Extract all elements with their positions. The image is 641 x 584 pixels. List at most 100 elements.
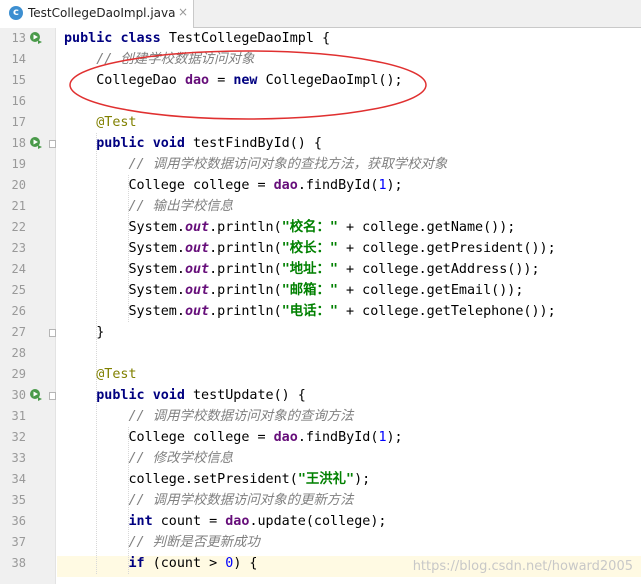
keyword: public <box>96 388 145 403</box>
code-text: System. <box>128 304 185 319</box>
code-editor[interactable]: public class TestCollegeDaoImpl { // 创建学… <box>57 28 641 584</box>
code-text: System. <box>128 283 185 298</box>
line-number: 23 <box>11 241 26 255</box>
line-number-gutter: 13 14 15 16 17 18 19 20 21 22 23 24 25 26 27 28 29 30 31 32… <box>0 28 56 584</box>
code-line-26: System.out.println("电话：" + college.getTe… <box>64 301 641 322</box>
code-line-22: System.out.println("校名：" + college.getNa… <box>64 217 641 238</box>
line-number: 20 <box>11 178 26 192</box>
java-class-icon: c <box>9 6 23 20</box>
code-text: college.setPresident( <box>128 472 298 487</box>
code-line-32: College college = dao.findById(1); <box>64 427 641 448</box>
keyword: void <box>152 388 185 403</box>
static-field: out <box>184 220 210 235</box>
comment: // 判断是否更新成功 <box>128 535 260 550</box>
run-test-icon[interactable] <box>29 31 43 45</box>
static-field: out <box>184 283 210 298</box>
line-number: 30 <box>11 388 26 402</box>
keyword: if <box>128 556 145 571</box>
code-text: .println( <box>209 283 282 298</box>
method-signature: testUpdate() { <box>193 388 306 403</box>
line-number: 22 <box>11 220 26 234</box>
line-number: 33 <box>11 451 26 465</box>
code-text: .println( <box>209 241 282 256</box>
line-number: 24 <box>11 262 26 276</box>
code-line-33: // 修改学校信息 <box>64 448 641 469</box>
string-literal: "地址：" <box>281 262 338 277</box>
code-line-34: college.setPresident("王洪礼"); <box>64 469 641 490</box>
code-line-27: } <box>64 322 641 343</box>
static-field: out <box>184 262 210 277</box>
code-line-23: System.out.println("校长：" + college.getPr… <box>64 238 641 259</box>
field-name: dao <box>273 178 298 193</box>
code-line-21: // 输出学校信息 <box>64 196 641 217</box>
line-number: 27 <box>11 325 26 339</box>
code-text: .update(college); <box>249 514 387 529</box>
code-text: .findById( <box>297 178 379 193</box>
code-line-36: int count = dao.update(college); <box>64 511 641 532</box>
annotation: @Test <box>96 367 137 382</box>
number-literal: 1 <box>378 430 387 445</box>
fold-marker-icon[interactable] <box>49 140 56 148</box>
code-text: count = <box>152 514 226 529</box>
comment: // 调用学校数据访问对象的查找方法，获取学校对象 <box>128 157 448 172</box>
code-text: + college.getName()); <box>337 220 516 235</box>
comment: // 调用学校数据访问对象的更新方法 <box>128 493 354 508</box>
class-name: TestCollegeDaoImpl <box>168 31 314 46</box>
comment: // 调用学校数据访问对象的查询方法 <box>128 409 354 424</box>
field-name: dao <box>225 514 250 529</box>
line-number: 38 <box>11 556 26 570</box>
number-literal: 1 <box>378 178 387 193</box>
code-line-19: // 调用学校数据访问对象的查找方法，获取学校对象 <box>64 154 641 175</box>
line-number: 29 <box>11 367 26 381</box>
code-line-37: // 判断是否更新成功 <box>64 532 641 553</box>
line-number: 14 <box>11 52 26 66</box>
code-text: .println( <box>209 220 282 235</box>
line-number: 25 <box>11 283 26 297</box>
code-text: + college.getEmail()); <box>337 283 524 298</box>
static-field: out <box>184 241 210 256</box>
tab-title: TestCollegeDaoImpl.java <box>28 6 176 20</box>
string-literal: "校长：" <box>281 241 338 256</box>
editor-tab-bar: c TestCollegeDaoImpl.java × <box>0 0 641 28</box>
comment: // 修改学校信息 <box>128 451 234 466</box>
code-text: .println( <box>209 304 282 319</box>
keyword: void <box>152 136 185 151</box>
keyword: public <box>64 31 113 46</box>
code-text: + college.getAddress()); <box>337 262 540 277</box>
line-number: 35 <box>11 493 26 507</box>
line-number: 28 <box>11 346 26 360</box>
fold-marker-icon[interactable] <box>49 392 56 400</box>
close-icon[interactable]: × <box>178 5 188 19</box>
method-signature: testFindById() { <box>193 136 322 151</box>
code-text: ); <box>386 178 403 193</box>
code-line-20: College college = dao.findById(1); <box>64 175 641 196</box>
run-test-icon[interactable] <box>29 136 43 150</box>
line-number: 13 <box>11 31 26 45</box>
editor-tab[interactable]: c TestCollegeDaoImpl.java × <box>0 0 194 28</box>
line-number: 32 <box>11 430 26 444</box>
line-number: 37 <box>11 535 26 549</box>
code-text: .findById( <box>297 430 379 445</box>
brace: } <box>96 325 105 340</box>
code-line-13: public class TestCollegeDaoImpl { <box>64 28 641 49</box>
code-text: ); <box>354 472 371 487</box>
code-text: College college = <box>128 178 274 193</box>
string-literal: "王洪礼" <box>297 472 355 487</box>
code-text: .println( <box>209 262 282 277</box>
watermark: https://blog.csdn.net/howard2005 <box>412 559 633 574</box>
string-literal: "校名：" <box>281 220 338 235</box>
code-line-18: public void testFindById() { <box>64 133 641 154</box>
run-test-icon[interactable] <box>29 388 43 402</box>
code-text: + college.getPresident()); <box>337 241 556 256</box>
line-number: 17 <box>11 115 26 129</box>
fold-marker-icon[interactable] <box>49 329 56 337</box>
code-text: System. <box>128 220 185 235</box>
code-line-24: System.out.println("地址：" + college.getAd… <box>64 259 641 280</box>
code-text: (count > <box>144 556 226 571</box>
line-number: 26 <box>11 304 26 318</box>
code-text: ) { <box>233 556 258 571</box>
field-name: dao <box>273 430 298 445</box>
keyword: class <box>120 31 161 46</box>
code-text: + college.getTelephone()); <box>337 304 556 319</box>
line-number: 15 <box>11 73 26 87</box>
